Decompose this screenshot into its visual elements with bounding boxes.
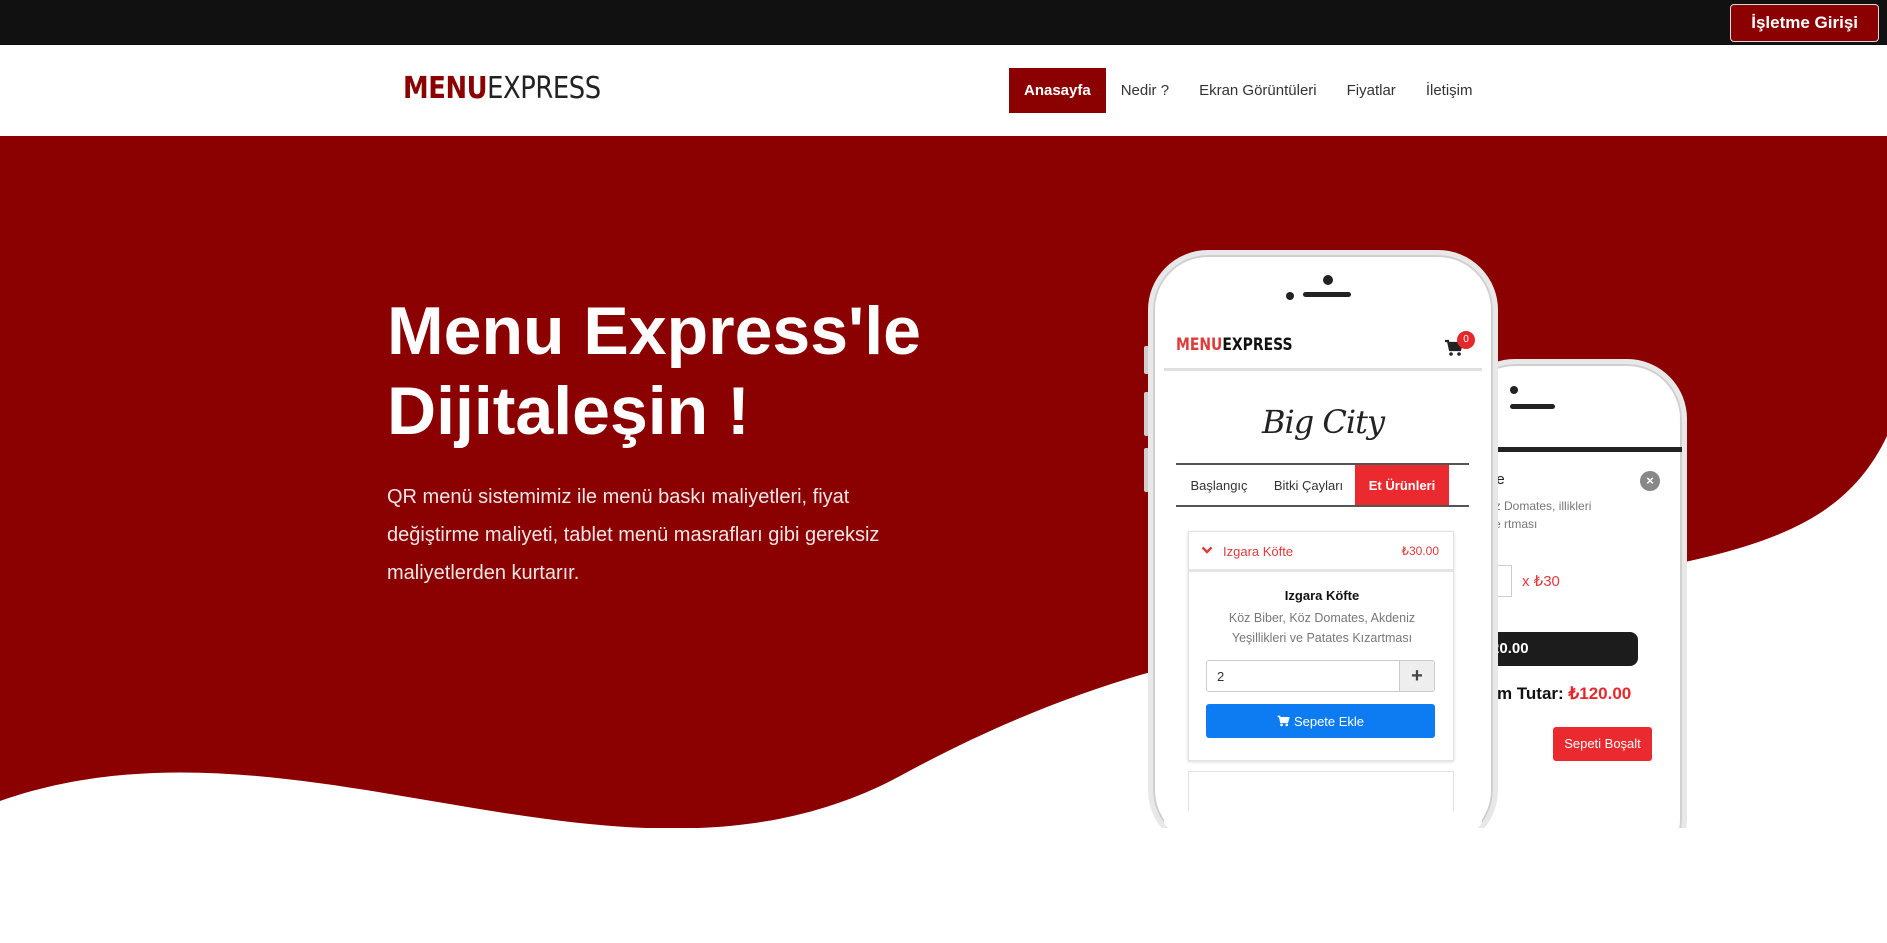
app-logo-part2: EXPRESS [1222, 335, 1293, 355]
hero-title-line2: Dijitaleşin ! [387, 373, 750, 449]
hero-description: QR menü sistemimiz ile menü baskı maliye… [387, 486, 880, 584]
empty-cart-button[interactable]: Sepeti Boşalt [1553, 727, 1652, 761]
nav-item-nedir[interactable]: Nedir ? [1106, 68, 1184, 113]
cart-unit-price: x ₺30 [1522, 573, 1560, 590]
business-login-button[interactable]: İşletme Girişi [1730, 4, 1879, 42]
menu-item-card [1188, 771, 1454, 811]
add-to-cart-button[interactable]: Sepete Ekle [1206, 704, 1435, 738]
app-header: MENUEXPRESS 0 [1164, 323, 1482, 371]
app-logo-part1: MENU [1176, 335, 1223, 355]
hero-title-line1: Menu Express'le [387, 293, 921, 369]
restaurant-brand: Big City [1261, 403, 1385, 441]
navbar: MENUEXPRESS Anasayfa Nedir ? Ekran Görün… [0, 45, 1887, 136]
phone-speaker [1510, 404, 1555, 409]
phone-speaker [1303, 292, 1351, 297]
site-logo[interactable]: MENUEXPRESS [403, 71, 601, 106]
cart-count-badge: 0 [1457, 331, 1475, 349]
cart-total-value: ₺120.00 [1568, 684, 1632, 703]
hero-section: Menu Express'le Dijitaleşin ! QR menü si… [0, 136, 1887, 828]
hero-title: Menu Express'le Dijitaleşin ! [387, 291, 921, 451]
logo-part2: EXPRESS [487, 71, 601, 106]
nav-item-anasayfa[interactable]: Anasayfa [1009, 68, 1106, 113]
chevron-down-icon [1201, 546, 1213, 554]
phone-sensor [1510, 386, 1518, 394]
app-logo[interactable]: MENUEXPRESS [1176, 335, 1293, 355]
close-icon[interactable]: × [1640, 471, 1660, 491]
cart-header-bar [1494, 447, 1682, 452]
quantity-input[interactable] [1206, 660, 1400, 692]
tab-baslangic[interactable]: Başlangıç [1176, 465, 1262, 505]
menu-item-title: Izgara Köfte [1284, 588, 1360, 603]
add-to-cart-label: Sepete Ekle [1293, 713, 1365, 729]
menu-item-price: ₺30.00 [1401, 544, 1439, 558]
nav-item-fiyatlar[interactable]: Fiyatlar [1332, 68, 1411, 113]
tab-bitki-caylari[interactable]: Bitki Çayları [1262, 465, 1355, 505]
cart-icon [1277, 715, 1290, 727]
phone-sensor [1286, 292, 1294, 300]
phone-camera [1323, 275, 1333, 285]
top-bar: İşletme Girişi [0, 0, 1887, 45]
tab-et-urunleri[interactable]: Et Ürünleri [1355, 465, 1449, 505]
menu-item-card: Izgara Köfte ₺30.00 Izgara Köfte Köz Bib… [1188, 531, 1454, 761]
phone-screen: MENUEXPRESS 0 Big City Başlangıç Bitki Ç… [1164, 323, 1482, 828]
menu-item-header[interactable]: Izgara Köfte ₺30.00 [1189, 532, 1453, 572]
category-tabs: Başlangıç Bitki Çayları Et Ürünleri [1176, 463, 1469, 507]
nav-item-ekran-goruntuleri[interactable]: Ekran Görüntüleri [1184, 68, 1332, 113]
menu-item-name: Izgara Köfte [1223, 544, 1294, 559]
cart-item-description: öz Domates, illikleri ve rtması [1488, 499, 1592, 531]
phone-mockup-menu: MENUEXPRESS 0 Big City Başlangıç Bitki Ç… [1148, 250, 1498, 828]
main-nav: Anasayfa Nedir ? Ekran Görüntüleri Fiyat… [1009, 68, 1487, 113]
quantity-plus-button[interactable]: + [1399, 660, 1435, 692]
logo-part1: MENU [403, 71, 488, 106]
menu-item-description: Köz Biber, Köz Domates, Akdeniz Yeşillik… [1228, 611, 1416, 645]
nav-item-iletisim[interactable]: İletişim [1411, 68, 1488, 113]
